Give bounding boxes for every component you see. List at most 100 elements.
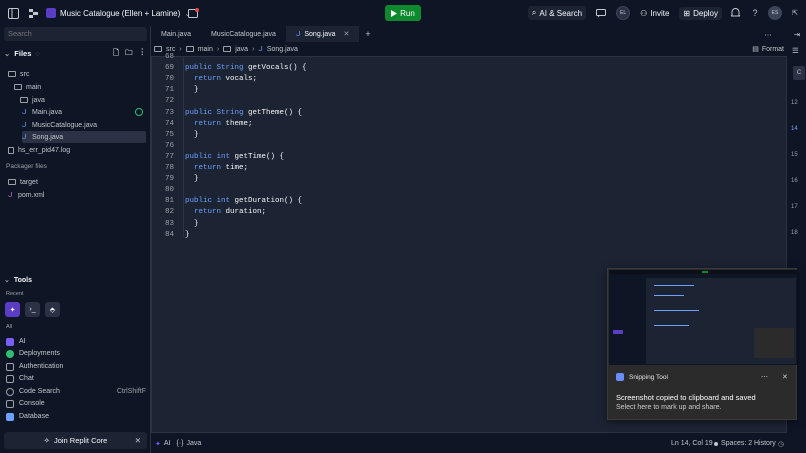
chevron-down-icon: ⌄ [4, 277, 10, 284]
status-badge [135, 108, 143, 116]
code-line[interactable]: } [185, 85, 199, 96]
code-line[interactable]: public int getTime() { [185, 152, 284, 163]
tree-item-log[interactable]: hs_err_pid47.log [8, 144, 148, 156]
close-tab-icon[interactable]: ✕ [344, 30, 350, 38]
line-number: 80 [164, 186, 174, 195]
code-line[interactable]: } [185, 219, 199, 230]
recent-heading: Recent [6, 291, 24, 297]
core-icon: ✧ [43, 436, 50, 445]
history-button[interactable]: History [754, 440, 776, 447]
new-tab-icon[interactable]: + [365, 29, 370, 39]
more-icon[interactable]: ⋮ [139, 47, 147, 60]
menu-icon[interactable]: ☰ [792, 46, 799, 55]
line-number: 71 [164, 86, 174, 95]
status-ai[interactable]: AI [164, 440, 171, 447]
invite-label: Invite [650, 8, 670, 18]
code-line[interactable]: return vocals; [185, 74, 257, 85]
recent-console-icon[interactable]: ›_ [25, 302, 40, 317]
tree-item-song-java[interactable]: ᒍ Song.java [22, 131, 146, 143]
line-number: 69 [164, 64, 174, 73]
notifications-badge-icon[interactable] [186, 6, 200, 20]
chat-button[interactable] [592, 7, 610, 20]
replit-workspace: Music Catalogue (Ellen + Lamine) ⌄ Run ⌕… [0, 0, 806, 453]
breadcrumb: src › main › java › ᒍ Song.java [151, 43, 791, 55]
ai-search-button[interactable]: ⌕ AI & Search [527, 6, 587, 20]
indentation-setting[interactable]: Spaces: 2 [721, 440, 752, 447]
join-core-label: Join Replit Core [53, 436, 108, 445]
snipping-tool-notification[interactable]: Snipping Tool ⋯ ✕ Screenshot copied to c… [607, 268, 797, 420]
tree-item-main[interactable]: main [14, 81, 144, 93]
search-input[interactable] [4, 27, 147, 41]
sidebar-toggle-icon[interactable] [6, 6, 20, 20]
line-number: 77 [164, 152, 174, 161]
join-core-button[interactable]: ✧ Join Replit Core ✕ [4, 432, 147, 449]
new-folder-icon[interactable]: 🗀 [125, 47, 133, 60]
replit-logo-icon[interactable] [26, 6, 40, 20]
close-icon[interactable]: ✕ [135, 436, 141, 445]
breadcrumb-java[interactable]: java [235, 46, 248, 53]
tree-item-main-java[interactable]: ᒍ Main.java [22, 106, 146, 118]
cursor-position[interactable]: Ln 14, Col 19 [671, 440, 713, 447]
help-icon[interactable]: ? [748, 6, 762, 20]
tree-item-java[interactable]: java [20, 94, 144, 106]
recent-ai-icon[interactable]: ✦ [5, 302, 20, 317]
deploy-button[interactable]: ⊞ Deploy [679, 6, 722, 20]
code-line[interactable]: return duration; [185, 207, 266, 218]
screenshot-thumbnail[interactable] [609, 270, 797, 365]
folder-icon [185, 46, 194, 52]
tab-song-java[interactable]: ᒍ Song.java ✕ [285, 26, 360, 42]
collaborator-avatar[interactable]: EL [616, 6, 631, 20]
snipping-subtext: Select here to mark up and share. [616, 404, 722, 411]
run-button[interactable]: Run [385, 5, 421, 21]
bell-icon[interactable] [728, 6, 742, 20]
files-label: Files [14, 48, 32, 58]
file-icon [8, 146, 14, 154]
more-icon[interactable]: ⋯ [761, 373, 768, 381]
code-line[interactable]: return time; [185, 163, 248, 174]
code-line[interactable]: } [185, 230, 190, 241]
rail-tab[interactable]: C [793, 66, 805, 80]
ai-icon [6, 337, 14, 346]
breadcrumb-main[interactable]: main [198, 46, 213, 53]
user-avatar[interactable]: ES [768, 6, 782, 20]
tool-authentication[interactable]: Authentication [6, 361, 146, 372]
tool-ai[interactable]: AI [6, 336, 146, 347]
tab-main-java[interactable]: Main.java [151, 26, 201, 42]
deployments-icon [6, 349, 14, 358]
chat-icon [596, 8, 607, 17]
status-language[interactable]: Java [187, 440, 202, 447]
code-line[interactable]: } [185, 130, 199, 141]
recent-deploy-icon[interactable]: ⬘ [45, 302, 60, 317]
code-line[interactable]: public int getDuration() { [185, 196, 302, 207]
project-switcher[interactable]: Music Catalogue (Ellen + Lamine) ⌄ [46, 8, 191, 18]
tool-database[interactable]: Database [6, 411, 146, 422]
tree-item-target[interactable]: target [8, 176, 148, 188]
invite-button[interactable]: ⚇ Invite [636, 7, 673, 20]
tool-console[interactable]: Console [6, 398, 146, 409]
code-line[interactable]: public String getVocals() { [185, 63, 307, 74]
tool-chat[interactable]: Chat [6, 373, 146, 384]
code-line[interactable]: return theme; [185, 119, 253, 130]
files-header[interactable]: ⌄ Files ◌ 🗋 🗀 ⋮ [4, 47, 146, 59]
close-icon[interactable]: ✕ [782, 373, 788, 381]
tool-code-search[interactable]: Code Search CtrlShiftF [6, 386, 146, 397]
tree-item-musiccatalogue-java[interactable]: ᒍ MusicCatalogue.java [22, 119, 146, 131]
format-button[interactable]: ▤ Format [752, 43, 784, 55]
tools-header[interactable]: ⌄ Tools [4, 274, 144, 286]
more-tabs-icon[interactable]: ⋯ [764, 30, 772, 39]
tree-item-src[interactable]: src [8, 68, 148, 80]
expand-icon[interactable]: ⇱ [788, 6, 802, 20]
breadcrumb-song-java[interactable]: Song.java [267, 46, 298, 53]
code-line[interactable]: } [185, 174, 199, 185]
tool-deployments[interactable]: Deployments [6, 348, 146, 359]
tab-musiccatalogue-java[interactable]: MusicCatalogue.java [201, 26, 286, 42]
shortcut-hint: CtrlShiftF [116, 388, 146, 395]
java-file-icon: ᒍ [258, 46, 263, 53]
line-number: 83 [164, 219, 174, 228]
code-line[interactable]: public String getTheme() { [185, 108, 302, 119]
new-file-icon[interactable]: 🗋 [113, 47, 119, 60]
line-number: 81 [164, 197, 174, 206]
split-view-icon[interactable]: ⇥ [794, 30, 800, 39]
tree-item-pom[interactable]: ᒍ pom.xml [8, 189, 148, 201]
rail-number: 17 [791, 204, 798, 210]
